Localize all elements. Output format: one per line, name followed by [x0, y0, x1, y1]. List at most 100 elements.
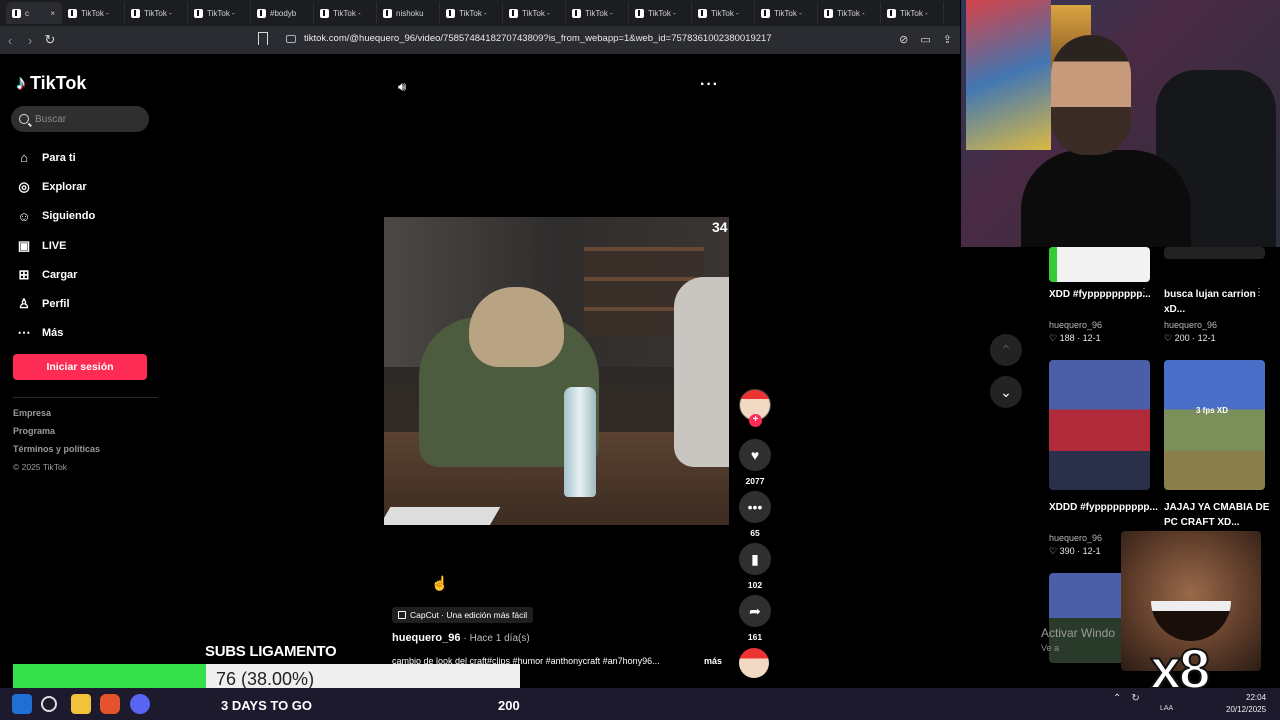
- rec-user-3[interactable]: huequero_96: [1049, 533, 1102, 543]
- outlook-icon[interactable]: [12, 694, 32, 714]
- heart-outline-icon: ♡: [1049, 333, 1058, 343]
- back-icon[interactable]: ‹: [0, 33, 20, 48]
- thumbnail[interactable]: [1164, 247, 1265, 259]
- sidebar-item-live[interactable]: ▣ LIVE: [16, 231, 95, 260]
- sidebar-item-explorar[interactable]: ◎ Explorar: [16, 172, 95, 201]
- system-tray: ⌃ ↻: [1113, 693, 1140, 704]
- post-time: · Hace 1 día(s): [463, 633, 530, 644]
- tiktok-favicon-icon: [635, 8, 644, 18]
- sidebar-item-para-ti[interactable]: ⌂ Para ti: [16, 143, 95, 172]
- site-info-icon[interactable]: [286, 34, 296, 43]
- music-avatar[interactable]: [739, 648, 769, 678]
- video-player[interactable]: [384, 217, 729, 525]
- thumbnail[interactable]: [1049, 247, 1150, 282]
- browser-tab[interactable]: TikTok -: [314, 2, 377, 24]
- browser-tab[interactable]: TikTok -: [818, 2, 881, 24]
- browser-tab[interactable]: TikTok -: [188, 2, 251, 24]
- cast-icon[interactable]: ▭: [920, 33, 930, 46]
- windows-taskbar: [0, 688, 1280, 720]
- like-button[interactable]: ♥: [739, 439, 771, 471]
- rec-user-1[interactable]: huequero_96: [1049, 320, 1102, 330]
- tracking-off-icon[interactable]: ⊘: [899, 33, 908, 46]
- previous-video-button[interactable]: ⌃: [990, 334, 1022, 366]
- browser-tab[interactable]: TikTok -: [881, 2, 944, 24]
- rec-user-2[interactable]: huequero_96: [1164, 320, 1217, 330]
- follow-plus-icon[interactable]: +: [749, 414, 762, 427]
- sidebar-menu: ⌂ Para ti ◎ Explorar ☺ Siguiendo ▣ LIVE ⊞ Cargar ♙…: [16, 143, 95, 348]
- share-icon[interactable]: ⇪: [943, 33, 952, 46]
- author-name[interactable]: huequero_96: [392, 632, 460, 644]
- browser-tab[interactable]: TikTok -: [503, 2, 566, 24]
- browser-tab[interactable]: TikTok -: [755, 2, 818, 24]
- taskbar-clock[interactable]: 22:04 20/12/2025: [1226, 692, 1266, 716]
- home-icon: ⌂: [20, 150, 28, 166]
- brave-browser-icon[interactable]: [100, 694, 120, 714]
- url-field[interactable]: tiktok.com/@huequero_96/video/7585748418…: [286, 33, 772, 44]
- forward-icon[interactable]: ›: [20, 33, 40, 48]
- rec-title-4[interactable]: JAJAJ YA CMABIA DE PC CRAFT XD...: [1164, 500, 1274, 530]
- close-tab-icon[interactable]: ×: [50, 9, 55, 18]
- tiktok-favicon-icon: [320, 8, 329, 18]
- rec-stats-2: ♡ 200 · 12-1: [1164, 333, 1216, 343]
- browser-tab[interactable]: TikTok -: [692, 2, 755, 24]
- browser-tab[interactable]: TikTok -: [566, 2, 629, 24]
- capcut-badge[interactable]: CapCut · Una edición más fácil: [392, 607, 534, 623]
- save-button[interactable]: ▮: [739, 543, 771, 575]
- discord-icon[interactable]: [130, 694, 150, 714]
- tiktok-favicon-icon: [446, 8, 455, 18]
- like-count: 2077: [745, 476, 765, 486]
- tray-expand-icon[interactable]: ⌃: [1113, 693, 1121, 704]
- sync-icon[interactable]: ↻: [1131, 693, 1139, 704]
- address-bar-actions: ⊘ ▭ ⇪: [899, 33, 952, 46]
- browser-tab[interactable]: #bodyb: [251, 2, 314, 24]
- login-button[interactable]: Iniciar sesión: [13, 354, 147, 380]
- thumbnail[interactable]: [1164, 360, 1265, 490]
- profile-icon: ♙: [18, 296, 30, 312]
- browser-tab[interactable]: TikTok -: [125, 2, 188, 24]
- file-explorer-icon[interactable]: [71, 694, 91, 714]
- browser-tab[interactable]: nishoku: [377, 2, 440, 24]
- bookmark-icon[interactable]: [258, 32, 268, 45]
- tiktok-favicon-icon: [131, 8, 140, 18]
- video-author[interactable]: huequero_96 · Hace 1 día(s): [392, 632, 530, 644]
- sidebar-item-siguiendo[interactable]: ☺ Siguiendo: [16, 202, 95, 231]
- thumbnail-stripe: [1049, 247, 1057, 282]
- sidebar-item-label: Explorar: [42, 180, 87, 193]
- tab-title: TikTok -: [459, 8, 487, 18]
- rec-menu-icon[interactable]: ⋮: [1254, 287, 1264, 298]
- browser-tab[interactable]: TikTok -: [629, 2, 692, 24]
- footer-link-terms[interactable]: Términos y políticas: [13, 444, 100, 462]
- tiktok-favicon-icon: [887, 8, 896, 18]
- taskbar-search-icon[interactable]: [41, 696, 57, 712]
- next-video-button[interactable]: ⌄: [990, 376, 1022, 408]
- more-options-icon[interactable]: ···: [700, 76, 719, 94]
- comment-button[interactable]: •••: [739, 491, 771, 523]
- tab-title: TikTok -: [333, 8, 361, 18]
- reload-icon[interactable]: ↻: [40, 32, 60, 48]
- language-indicator[interactable]: LAA: [1160, 705, 1173, 712]
- sidebar-item-perfil[interactable]: ♙ Perfil: [16, 289, 95, 318]
- browser-tab[interactable]: c ×: [6, 2, 62, 24]
- hand-cursor-icon: ☝: [431, 575, 449, 591]
- browser-tab-bar: c × TikTok - TikTok - TikTok - #bodyb TikTok -…: [0, 0, 960, 26]
- search-input[interactable]: Buscar: [11, 106, 149, 132]
- rec-title-3[interactable]: XDDD #fyppppppppp...: [1049, 500, 1159, 515]
- rec-date: 12-1: [1197, 333, 1216, 343]
- sidebar-item-m-s[interactable]: ⋯ Más: [16, 319, 95, 348]
- caption-more-link[interactable]: más: [704, 656, 722, 666]
- footer-link-program[interactable]: Programa: [13, 426, 100, 444]
- tab-title: TikTok -: [648, 8, 676, 18]
- sidebar-item-label: Para ti: [42, 151, 76, 164]
- volume-icon[interactable]: 🔊︎: [398, 79, 406, 95]
- browser-tab[interactable]: TikTok -: [62, 2, 125, 24]
- browser-tab[interactable]: TikTok -: [440, 2, 503, 24]
- footer-link-company[interactable]: Empresa: [13, 408, 100, 426]
- rec-menu-icon[interactable]: ⋮: [1139, 287, 1149, 298]
- thumbnail[interactable]: [1049, 360, 1150, 490]
- screen: c × TikTok - TikTok - TikTok - #bodyb TikTok -…: [0, 0, 1280, 720]
- tab-title: nishoku: [396, 8, 424, 18]
- tab-title: TikTok -: [837, 8, 865, 18]
- share-button[interactable]: ➦: [739, 595, 771, 627]
- tiktok-logo[interactable]: ♪ TikTok: [16, 72, 86, 95]
- sidebar-item-cargar[interactable]: ⊞ Cargar: [16, 260, 95, 289]
